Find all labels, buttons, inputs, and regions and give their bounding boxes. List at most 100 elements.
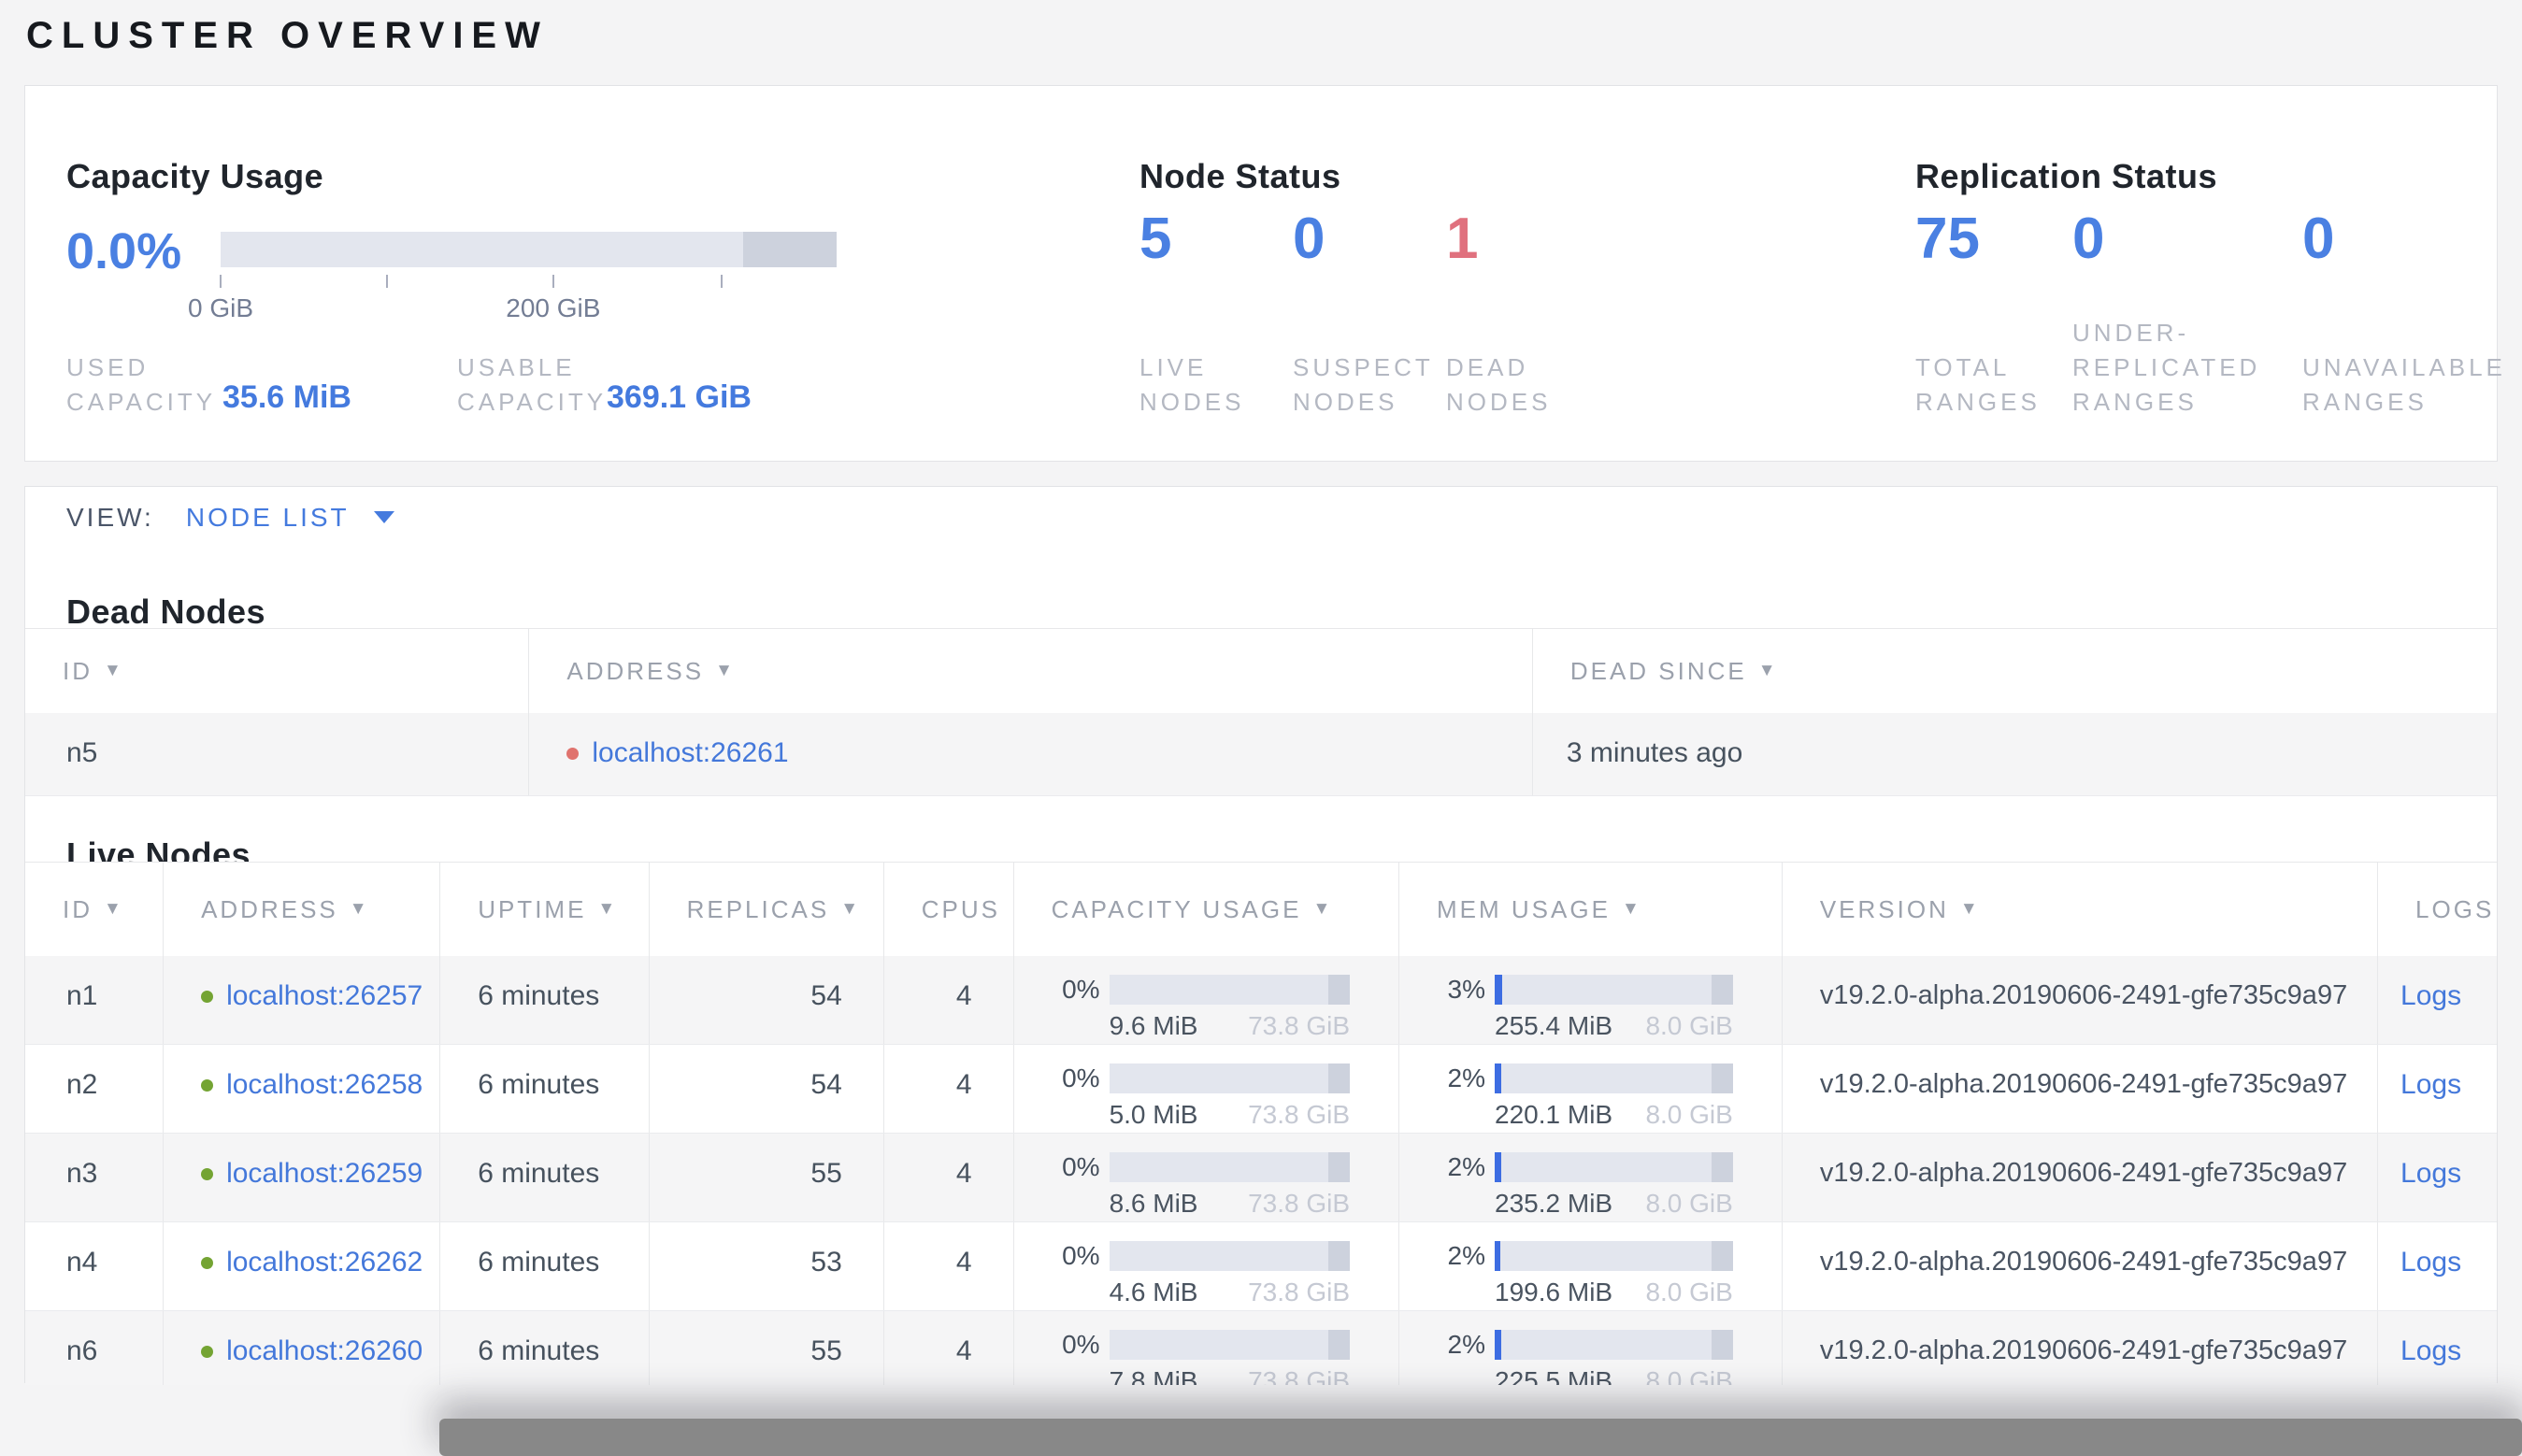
usage-bar: [1109, 1330, 1351, 1360]
live-nodes-header-version[interactable]: VERSION ▼: [1783, 863, 2379, 956]
column-label: DEAD SINCE: [1569, 656, 1747, 685]
usage-total-value: 8.0 GiB: [1645, 1278, 1733, 1306]
sort-desc-icon: ▼: [104, 899, 124, 919]
column-label: ADDRESS: [566, 656, 705, 685]
usage-total-value: 8.0 GiB: [1645, 1011, 1733, 1040]
usage-bar-row: 2%: [1431, 1330, 1733, 1360]
live-node-uptime: 6 minutes: [440, 956, 650, 1044]
node-address-link[interactable]: localhost:26262: [226, 1247, 423, 1278]
usage-used-value: 199.6 MiB: [1495, 1278, 1613, 1306]
live-node-logs: Logs: [2378, 1045, 2497, 1133]
sort-desc-icon: ▼: [715, 661, 736, 680]
usage-values: 199.6 MiB 8.0 GiB: [1495, 1278, 1733, 1307]
stat-label: UNDER-REPLICATED RANGES: [2072, 319, 2261, 416]
column-label: CAPACITY USAGE: [1051, 894, 1302, 923]
live-node-cpus: 4: [884, 1134, 1014, 1221]
usage-bar: [1109, 1063, 1351, 1093]
usage-bar-fill: [1495, 1241, 1501, 1271]
column-label: CPUS: [921, 894, 1001, 923]
usage-percent: 2%: [1447, 1241, 1486, 1270]
live-node-replicas: 54: [650, 956, 884, 1044]
live-node-replicas: 53: [650, 1222, 884, 1310]
view-dropdown-value[interactable]: NODE LIST: [186, 503, 350, 533]
usage-percent: 0%: [1062, 1241, 1100, 1270]
dead-nodes-header-id[interactable]: ID ▼: [25, 629, 530, 713]
live-nodes-header-capacity-usage[interactable]: CAPACITY USAGE ▼: [1014, 863, 1400, 956]
node-address-link[interactable]: localhost:26258: [226, 1069, 423, 1101]
column-label: ID: [63, 894, 93, 923]
used-capacity-label: USED CAPACITY: [66, 353, 217, 416]
below-viewport-shadow: [439, 1419, 2522, 1456]
logs-link[interactable]: Logs: [2400, 1158, 2461, 1189]
usage-percent: 0%: [1062, 1063, 1100, 1092]
live-node-id: n1: [25, 956, 165, 1044]
live-nodes-header-mem-usage[interactable]: MEM USAGE ▼: [1399, 863, 1783, 956]
live-nodes-header-address[interactable]: ADDRESS ▼: [164, 863, 441, 956]
capacity-percent-value: 0.0%: [66, 223, 182, 279]
dead-node-row: n5 localhost:26261 3 minutes ago: [25, 713, 2497, 796]
stat-label: UNAVAILABLE RANGES: [2302, 353, 2506, 416]
usage-bar-row: 2%: [1431, 1152, 1733, 1182]
stat-label: SUSPECT NODES: [1293, 353, 1434, 416]
usage-bar-fill: [1495, 1330, 1502, 1360]
usage-bar-reserved-segment: [1711, 975, 1733, 1005]
live-status-dot: [201, 1256, 214, 1269]
live-nodes-header-row: ID ▼ ADDRESS ▼ UPTIME ▼ REPLICAS ▼ CPUS CAPACITY …: [25, 863, 2497, 956]
node-address-link[interactable]: localhost:26259: [226, 1158, 423, 1190]
nodes-panel: Dead Nodes ID ▼ ADDRESS ▼ DEAD SINCE ▼ n5 local…: [24, 548, 2498, 1385]
live-nodes-header-replicas[interactable]: REPLICAS ▼: [650, 863, 884, 956]
stat-value: 1: [1446, 207, 1479, 271]
live-nodes-header-uptime[interactable]: UPTIME ▼: [440, 863, 650, 956]
sort-desc-icon: ▼: [1757, 661, 1779, 680]
dead-node-dead-since: 3 minutes ago: [1566, 737, 1743, 768]
dead-nodes-header-address[interactable]: ADDRESS ▼: [529, 629, 1533, 713]
usage-bar: [1109, 1241, 1351, 1271]
usage-total-value: 73.8 GiB: [1248, 1366, 1351, 1385]
node-address-link[interactable]: localhost:26257: [226, 980, 423, 1012]
logs-link[interactable]: Logs: [2400, 1335, 2461, 1366]
node-address-link[interactable]: localhost:26261: [592, 737, 788, 769]
logs-link[interactable]: Logs: [2400, 1247, 2461, 1278]
usage-values: 4.6 MiB 73.8 GiB: [1110, 1278, 1350, 1307]
logs-link[interactable]: Logs: [2400, 980, 2461, 1011]
live-status-dot: [201, 1078, 214, 1092]
live-node-replicas: 55: [650, 1311, 884, 1385]
usage-values: 235.2 MiB 8.0 GiB: [1495, 1189, 1733, 1219]
node-status-stat-dead-nodes: 1 DEAD NODES: [1439, 86, 1592, 461]
dead-status-dot: [566, 747, 580, 760]
usage-percent: 2%: [1447, 1063, 1486, 1092]
sort-desc-icon: ▼: [840, 899, 862, 919]
usage-values: 5.0 MiB 73.8 GiB: [1110, 1100, 1350, 1130]
chevron-down-icon: [373, 511, 394, 523]
usage-percent: 0%: [1062, 975, 1100, 1004]
live-node-logs: Logs: [2378, 956, 2497, 1044]
usage-percent: 0%: [1062, 1152, 1100, 1181]
usage-total-value: 8.0 GiB: [1645, 1189, 1733, 1218]
usage-bar: [1109, 1152, 1351, 1182]
column-label: VERSION: [1819, 894, 1949, 923]
usage-bar-reserved-segment: [1327, 1330, 1351, 1360]
live-node-cpus: 4: [884, 956, 1014, 1044]
axis-tick: [720, 275, 723, 288]
logs-link[interactable]: Logs: [2400, 1069, 2461, 1100]
live-node-version: v19.2.0-alpha.20190606-2491-gfe735c9a97: [1783, 1311, 2379, 1385]
view-bar: VIEW: NODE LIST: [24, 486, 2498, 549]
usage-total-value: 73.8 GiB: [1248, 1100, 1351, 1129]
node-address-link[interactable]: localhost:26260: [226, 1335, 423, 1367]
live-node-id: n4: [25, 1222, 165, 1310]
usage-bar-reserved-segment: [1327, 1241, 1351, 1271]
node-address: localhost:26258: [201, 1069, 423, 1101]
live-nodes-header-id[interactable]: ID ▼: [25, 863, 165, 956]
usage-percent: 3%: [1447, 975, 1486, 1004]
dead-nodes-header-dead-since[interactable]: DEAD SINCE ▼: [1533, 629, 2497, 713]
live-node-logs: Logs: [2378, 1311, 2497, 1385]
live-node-cpus: 4: [884, 1222, 1014, 1310]
usage-used-value: 8.6 MiB: [1109, 1189, 1198, 1218]
view-dropdown[interactable]: NODE LIST: [186, 503, 394, 533]
column-label: ID: [63, 656, 93, 685]
sort-desc-icon: ▼: [1959, 899, 1981, 919]
stat-label: DEAD NODES: [1446, 353, 1552, 416]
usage-total-value: 73.8 GiB: [1248, 1189, 1351, 1218]
usage-values: 9.6 MiB 73.8 GiB: [1110, 1011, 1350, 1041]
usage-bar-fill: [1495, 1063, 1501, 1093]
